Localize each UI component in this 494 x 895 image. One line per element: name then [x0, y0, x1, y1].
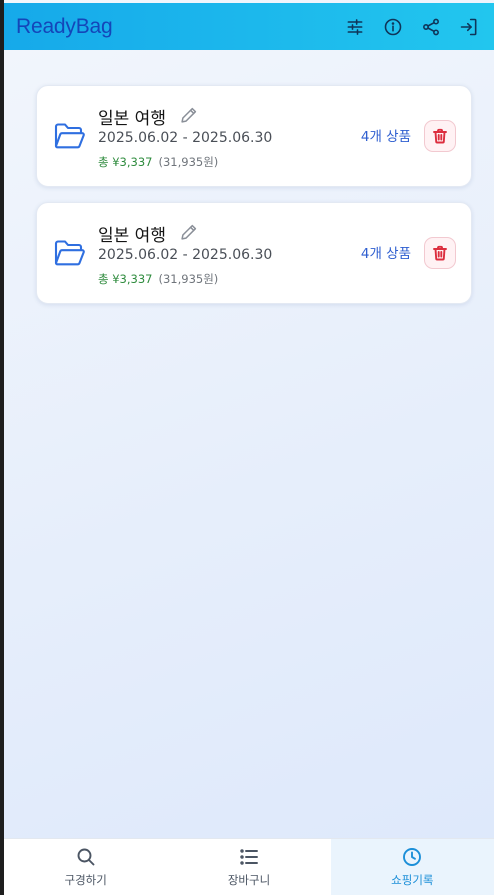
trip-total-krw: (31,935원) — [158, 272, 219, 286]
app-header: ReadyBag — [4, 3, 494, 50]
share-icon[interactable] — [412, 8, 450, 46]
delete-button[interactable] — [424, 120, 456, 152]
trip-card[interactable]: 일본 여행 2025.06.02 - 2025.06.30 총 ¥3,337 (3… — [36, 85, 472, 187]
list-icon — [240, 848, 258, 865]
trip-item-count[interactable]: 4개 상품 — [361, 125, 411, 145]
app-logo[interactable]: ReadyBag — [16, 15, 113, 39]
trip-total-row: 총 ¥3,337 (31,935원) — [98, 154, 218, 170]
pencil-icon[interactable] — [180, 223, 198, 241]
nav-item-cart[interactable]: 장바구니 — [167, 839, 330, 895]
sliders-icon[interactable] — [336, 8, 374, 46]
bottom-nav: 구경하기 장바구니 쇼핑기록 — [4, 838, 494, 895]
delete-button[interactable] — [424, 237, 456, 269]
trash-icon — [433, 128, 447, 144]
trip-dates: 2025.06.02 - 2025.06.30 — [98, 130, 273, 146]
trip-item-count[interactable]: 4개 상품 — [361, 242, 411, 262]
nav-label: 장바구니 — [227, 872, 271, 887]
info-icon[interactable] — [374, 8, 412, 46]
folder-open-icon — [53, 238, 85, 268]
trip-total-jpy: 총 ¥3,337 — [98, 155, 153, 169]
clock-icon — [403, 847, 422, 866]
trip-title: 일본 여행 — [98, 226, 166, 246]
trip-total-krw: (31,935원) — [158, 155, 219, 169]
pencil-icon[interactable] — [180, 106, 198, 124]
trash-icon — [433, 245, 447, 261]
trip-card[interactable]: 일본 여행 2025.06.02 - 2025.06.30 총 ¥3,337 (3… — [36, 202, 472, 304]
nav-item-browse[interactable]: 구경하기 — [4, 839, 167, 895]
folder-open-icon — [53, 121, 85, 151]
header-actions — [336, 8, 488, 46]
trip-total-row: 총 ¥3,337 (31,935원) — [98, 271, 218, 287]
nav-item-history[interactable]: 쇼핑기록 — [330, 839, 494, 895]
app-screen: ReadyBag 일본 여행 2025.06.02 - 2025.06.30 총… — [4, 0, 494, 895]
nav-label: 쇼핑기록 — [391, 872, 434, 887]
nav-label: 구경하기 — [64, 872, 107, 887]
search-icon — [77, 848, 95, 865]
trip-title: 일본 여행 — [98, 109, 166, 129]
trip-total-jpy: 총 ¥3,337 — [98, 272, 153, 286]
login-icon[interactable] — [450, 8, 488, 46]
trip-dates: 2025.06.02 - 2025.06.30 — [98, 247, 273, 263]
